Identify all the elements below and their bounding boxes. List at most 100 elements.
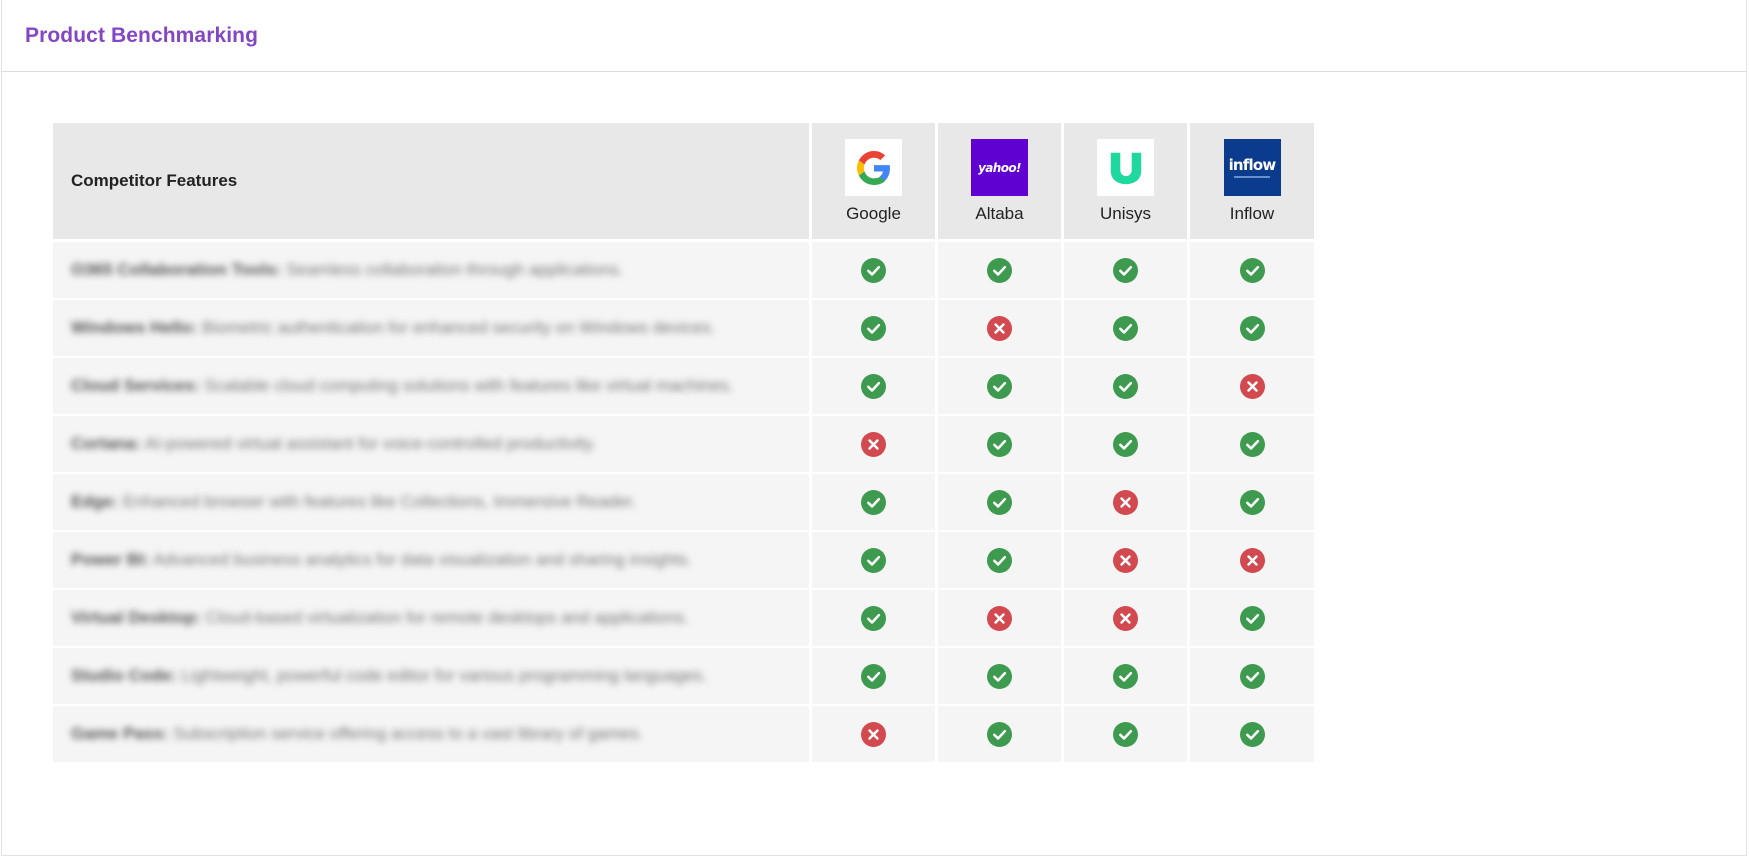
competitor-name: Altaba	[975, 204, 1024, 223]
mark-cell-altaba	[938, 706, 1064, 764]
table-body: O365 Collaboration Tools: Seamless colla…	[53, 242, 1314, 764]
competitor-name: Inflow	[1229, 204, 1275, 223]
yahoo-logo-icon: yahoo!	[971, 139, 1028, 196]
competitor-header-altaba: yahoo! Altaba	[938, 123, 1064, 242]
feature-name: O365 Collaboration Tools:	[71, 260, 282, 279]
feature-name: Windows Hello:	[71, 318, 198, 337]
table-row: Virtual Desktop: Cloud-based virtualizat…	[53, 590, 1314, 648]
mark-cell-google	[812, 300, 938, 358]
table-row: Cortana: AI-powered virtual assistant fo…	[53, 416, 1314, 474]
table-row: Studio Code: Lightweight, powerful code …	[53, 648, 1314, 706]
feature-description: Biometric authentication for enhanced se…	[202, 318, 716, 337]
feature-name: Cloud Services:	[71, 376, 200, 395]
mark-cell-google	[812, 358, 938, 416]
feature-description: Seamless collaboration through applicati…	[286, 260, 624, 279]
check-circle-icon	[861, 605, 886, 631]
mark-cell-altaba	[938, 474, 1064, 532]
mark-cell-unisys	[1064, 590, 1190, 648]
feature-text: Game Pass: Subscription service offering…	[71, 724, 643, 743]
table-row: Edge: Enhanced browser with features lik…	[53, 474, 1314, 532]
feature-text: Power BI: Advanced business analytics fo…	[71, 550, 692, 569]
check-circle-icon	[861, 489, 886, 515]
feature-description: Scalable cloud computing solutions with …	[204, 376, 734, 395]
feature-text: O365 Collaboration Tools: Seamless colla…	[71, 260, 623, 279]
mark-cell-altaba	[938, 532, 1064, 590]
x-circle-icon	[861, 431, 886, 457]
feature-text: Edge: Enhanced browser with features lik…	[71, 492, 636, 511]
check-circle-icon	[1113, 373, 1138, 399]
x-circle-icon	[1113, 605, 1138, 631]
google-logo-icon	[845, 139, 902, 196]
mark-cell-inflow	[1190, 416, 1314, 474]
mark-cell-unisys	[1064, 416, 1190, 474]
feature-cell: Windows Hello: Biometric authentication …	[53, 300, 812, 358]
competitor-header-unisys: Unisys	[1064, 123, 1190, 242]
check-circle-icon	[1239, 663, 1265, 689]
feature-cell: O365 Collaboration Tools: Seamless colla…	[53, 242, 812, 300]
mark-cell-altaba	[938, 590, 1064, 648]
check-circle-icon	[861, 257, 886, 283]
mark-cell-inflow	[1190, 242, 1314, 300]
mark-cell-inflow	[1190, 706, 1314, 764]
check-circle-icon	[1113, 663, 1138, 689]
feature-cell: Game Pass: Subscription service offering…	[53, 706, 812, 764]
feature-description: Enhanced browser with features like Coll…	[122, 492, 637, 511]
mark-cell-google	[812, 590, 938, 648]
table-row: Game Pass: Subscription service offering…	[53, 706, 1314, 764]
mark-cell-google	[812, 416, 938, 474]
check-circle-icon	[1113, 257, 1138, 283]
feature-description: Advanced business analytics for data vis…	[153, 550, 692, 569]
inflow-logo-icon: inflow	[1223, 139, 1281, 196]
feature-name: Virtual Desktop:	[71, 608, 202, 627]
check-circle-icon	[987, 547, 1012, 573]
check-circle-icon	[861, 663, 886, 689]
check-circle-icon	[861, 547, 886, 573]
feature-text: Cloud Services: Scalable cloud computing…	[71, 376, 733, 395]
check-circle-icon	[987, 721, 1012, 747]
check-circle-icon	[861, 315, 886, 341]
feature-description: Cloud-based virtualization for remote de…	[205, 608, 689, 627]
check-circle-icon	[987, 489, 1012, 515]
mark-cell-altaba	[938, 300, 1064, 358]
feature-description: Lightweight, powerful code editor for va…	[181, 666, 707, 685]
feature-description: AI-powered virtual assistant for voice-c…	[144, 434, 597, 453]
benchmark-card: Product Benchmarking Competitor Features…	[1, 0, 1747, 856]
feature-cell: Virtual Desktop: Cloud-based virtualizat…	[53, 590, 812, 648]
check-circle-icon	[1239, 489, 1265, 515]
mark-cell-altaba	[938, 358, 1064, 416]
mark-cell-google	[812, 242, 938, 300]
mark-cell-inflow	[1190, 590, 1314, 648]
feature-name: Power BI:	[71, 550, 150, 569]
x-circle-icon	[1113, 547, 1138, 573]
feature-cell: Cloud Services: Scalable cloud computing…	[53, 358, 812, 416]
x-circle-icon	[1239, 373, 1265, 399]
mark-cell-google	[812, 706, 938, 764]
card-header: Product Benchmarking	[2, 0, 1746, 72]
check-circle-icon	[987, 431, 1012, 457]
competitor-name: Unisys	[1099, 204, 1151, 223]
check-circle-icon	[1113, 721, 1138, 747]
feature-description: Subscription service offering access to …	[173, 724, 644, 743]
feature-text: Studio Code: Lightweight, powerful code …	[71, 666, 707, 685]
benchmark-table: Competitor Features Google yahoo! Altaba…	[53, 123, 1314, 764]
check-circle-icon	[1239, 315, 1265, 341]
check-circle-icon	[1239, 605, 1265, 631]
feature-name: Edge:	[71, 492, 119, 511]
competitor-header-inflow: inflow Inflow	[1190, 123, 1314, 242]
feature-name: Studio Code:	[71, 666, 177, 685]
mark-cell-google	[812, 532, 938, 590]
feature-column-header: Competitor Features	[53, 123, 812, 242]
x-circle-icon	[1113, 489, 1138, 515]
check-circle-icon	[987, 373, 1012, 399]
mark-cell-inflow	[1190, 358, 1314, 416]
competitor-name: Google	[846, 204, 901, 223]
page-title: Product Benchmarking	[25, 23, 259, 47]
feature-name: Cortana:	[71, 434, 141, 453]
mark-cell-unisys	[1064, 532, 1190, 590]
mark-cell-unisys	[1064, 242, 1190, 300]
mark-cell-unisys	[1064, 300, 1190, 358]
competitor-header-google: Google	[812, 123, 938, 242]
table-row: Windows Hello: Biometric authentication …	[53, 300, 1314, 358]
mark-cell-google	[812, 648, 938, 706]
check-circle-icon	[1239, 431, 1265, 457]
